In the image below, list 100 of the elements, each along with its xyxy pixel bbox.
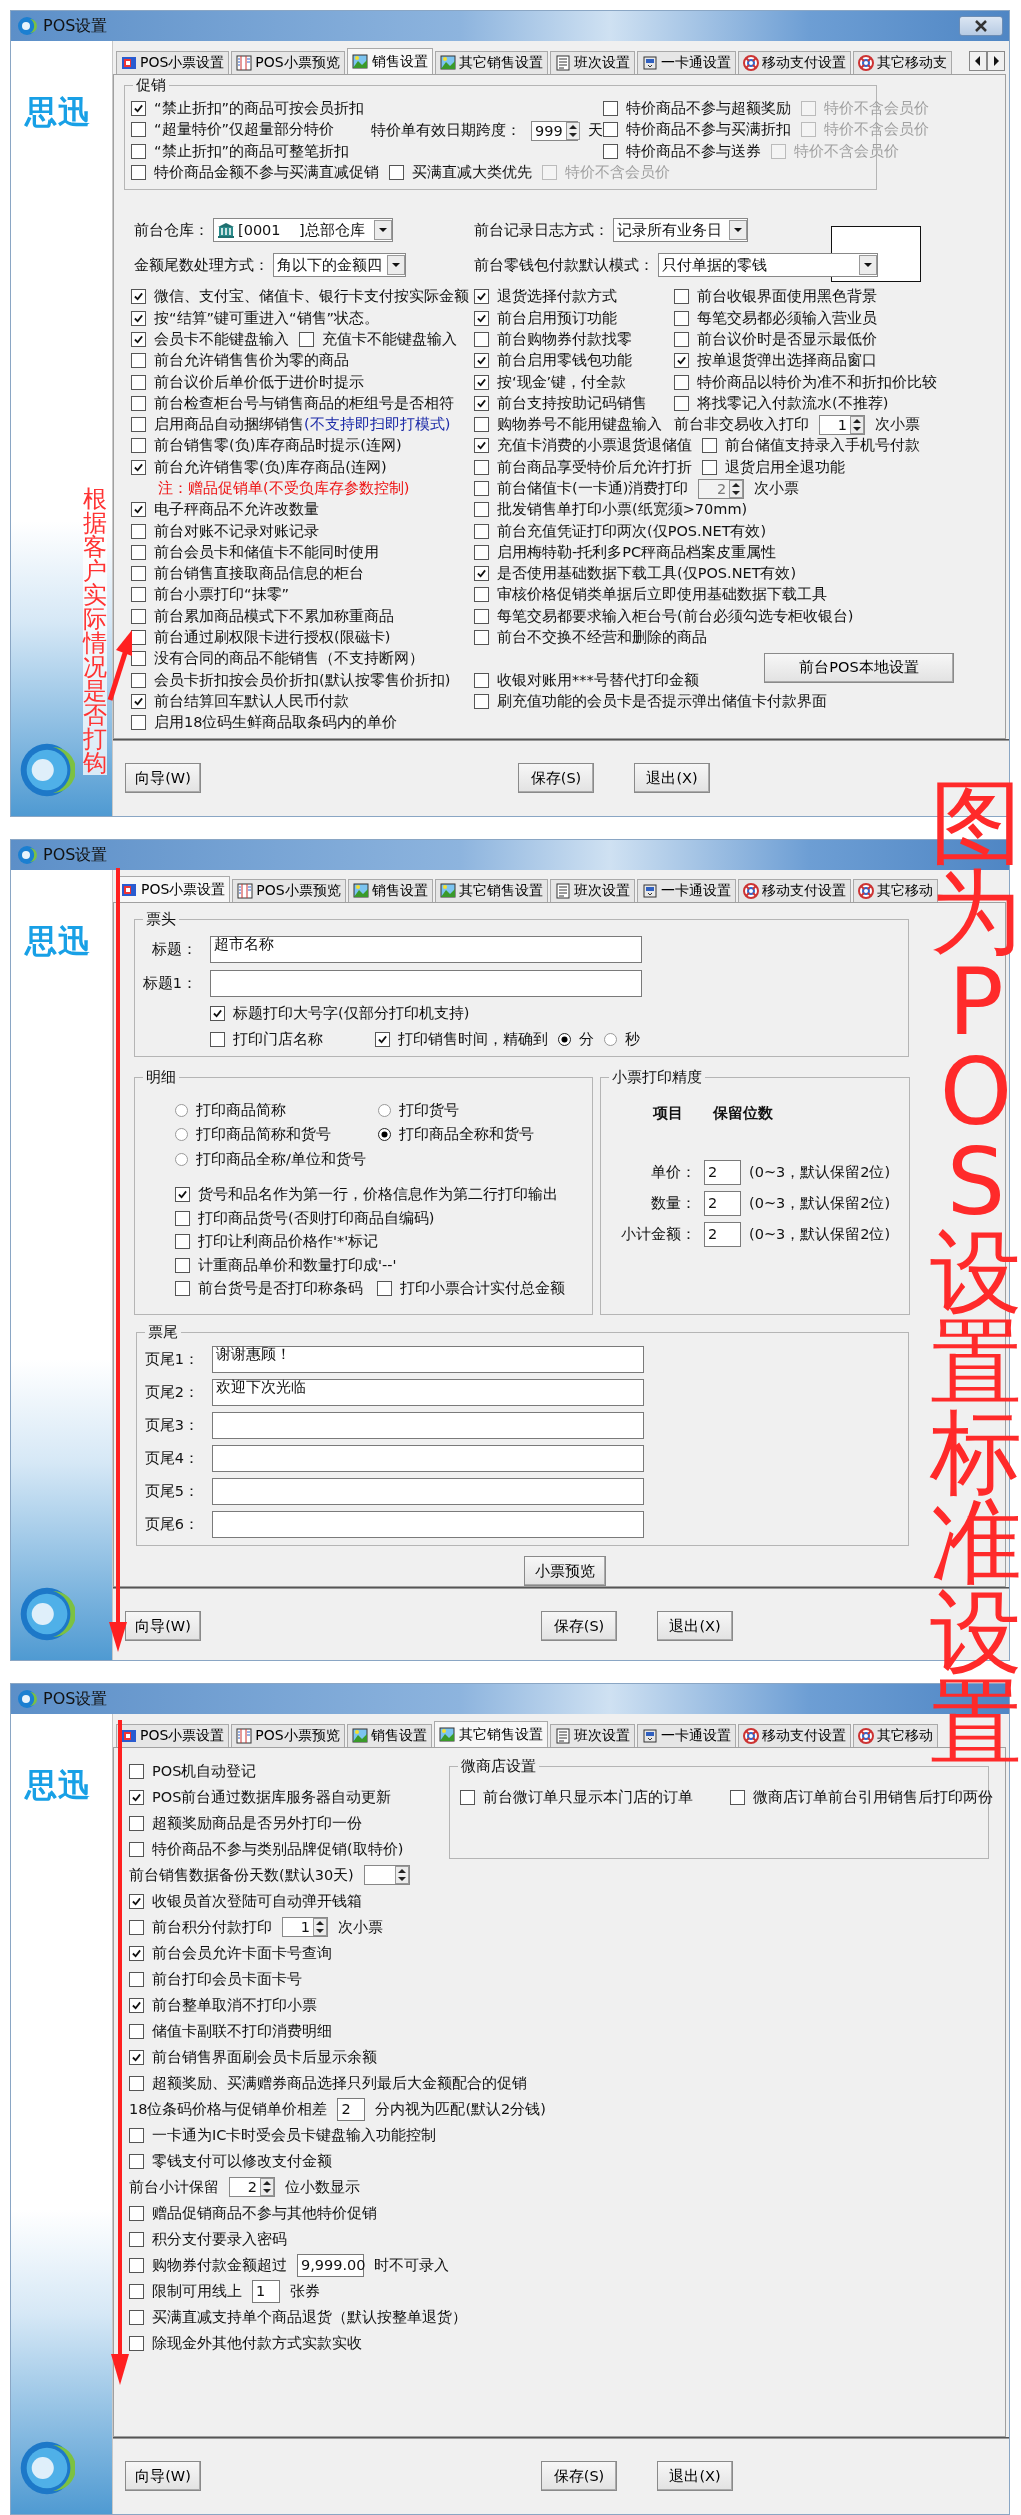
checkbox[interactable]: 按‘现金’键，付全款 xyxy=(474,372,664,392)
scroll-right-icon[interactable] xyxy=(987,51,1005,71)
checkbox[interactable]: 限制可用线上 xyxy=(129,2281,242,2301)
checkbox[interactable]: 将找零记入付款流水(不推荐) xyxy=(674,393,889,413)
checkbox[interactable]: 特价商品金额不参与买满直减促销 xyxy=(131,163,379,183)
wizard-button[interactable]: 向导(W) xyxy=(125,2461,201,2491)
exit-button[interactable]: 退出(X) xyxy=(634,763,710,793)
checkbox[interactable]: 微信、支付宝、储值卡、银行卡支付按实际金额 xyxy=(131,287,469,307)
checkbox[interactable]: 前台积分付款打印 xyxy=(129,1917,272,1937)
checkbox[interactable]: 打印商品货号(否则打印商品自编码) xyxy=(175,1208,435,1228)
checkbox[interactable]: 退货选择付款方式 xyxy=(474,287,664,307)
checkbox[interactable]: 按单退货弹出选择商品窗口 xyxy=(674,351,877,371)
checkbox[interactable]: “禁止折扣”的商品可按会员折扣 xyxy=(131,99,365,119)
checkbox[interactable]: 会员卡折扣按会员价折扣(默认按零售价折扣) xyxy=(131,670,451,690)
dropdown[interactable]: 记录所有业务日 xyxy=(613,218,748,243)
checkbox[interactable]: 储值卡副联不打印消费明细 xyxy=(129,2021,332,2041)
checkbox[interactable]: 赠品促销商品不参与其他特价促销 xyxy=(129,2203,377,2223)
tab[interactable]: 其它销售设置 xyxy=(433,1721,548,1747)
checkbox[interactable]: 买满直减支持单个商品退货（默认按整单退货） xyxy=(129,2307,467,2327)
text-field[interactable]: 超市名称 xyxy=(210,935,642,963)
checkbox[interactable]: 前台销售直接取商品信息的柜台 xyxy=(131,564,364,584)
checkbox[interactable]: 退货启用全退功能 xyxy=(702,457,845,477)
checkbox[interactable]: 购物券付款金额超过 xyxy=(129,2255,287,2275)
checkbox[interactable]: 打印小票合计实付总金额 xyxy=(377,1279,565,1299)
checkbox[interactable]: 前台购物券付款找零 xyxy=(474,329,664,349)
checkbox[interactable]: 按“结算”键可重进入“销售”状态。 xyxy=(131,308,380,328)
tab[interactable]: 班次设置 xyxy=(549,1724,635,1747)
tab[interactable]: 一卡通设置 xyxy=(636,879,736,902)
tab[interactable]: 班次设置 xyxy=(549,51,635,74)
tab[interactable]: 其它销售设置 xyxy=(434,51,548,74)
tab[interactable]: 其它销售设置 xyxy=(434,879,548,902)
checkbox[interactable]: 启用18位码生鲜商品取条码内的单价 xyxy=(131,713,398,733)
radio-button[interactable]: 分 xyxy=(558,1029,594,1049)
checkbox[interactable]: 计重商品单价和数量打印成'--' xyxy=(175,1255,397,1275)
text-field[interactable]: 2 xyxy=(337,2097,366,2121)
tab[interactable]: POS小票预览 xyxy=(231,1724,345,1747)
tab[interactable]: POS小票预览 xyxy=(231,51,345,74)
checkbox[interactable]: 电子秤商品不允许改数量 xyxy=(131,500,319,520)
checkbox[interactable]: “禁止折扣”的商品可整笔折扣 xyxy=(131,141,350,161)
checkbox[interactable]: 打印销售时间，精确到 xyxy=(375,1029,548,1049)
tab[interactable]: 其它移动 xyxy=(852,1724,938,1747)
radio-button[interactable]: 打印商品简称 xyxy=(175,1100,368,1120)
checkbox[interactable]: 前台会员卡和储值卡不能同时使用 xyxy=(131,542,379,562)
tab[interactable]: 移动支付设置 xyxy=(737,1724,851,1747)
preview-button[interactable]: 小票预览 xyxy=(524,1556,606,1586)
spin-field[interactable]: 2 xyxy=(229,2177,275,2197)
text-field[interactable] xyxy=(212,1478,644,1505)
checkbox[interactable]: 前台启用预订功能 xyxy=(474,308,664,328)
checkbox[interactable]: 前台充值凭证打印两次(仅POS.NET有效) xyxy=(474,521,767,541)
text-field[interactable] xyxy=(212,1412,644,1439)
checkbox[interactable]: 特价商品不参与超额奖励 xyxy=(603,99,791,119)
wizard-button[interactable]: 向导(W) xyxy=(125,1611,201,1641)
checkbox[interactable]: 前台打印会员卡面卡号 xyxy=(129,1969,302,1989)
checkbox[interactable]: 前台小票打印“抹零” xyxy=(131,585,290,605)
checkbox[interactable]: 启用商品自动捆绑销售(不支持即扫即打模式) xyxy=(131,415,451,435)
checkbox[interactable]: 前台储值卡(一卡通)消费打印 xyxy=(474,479,689,498)
checkbox[interactable]: 特价商品不参与送券 xyxy=(603,141,761,161)
dropdown[interactable]: 只付单据的零钱 xyxy=(658,253,878,278)
tab[interactable]: 其它移动 xyxy=(852,879,938,902)
checkbox[interactable]: 前台结算回车默认人民币付款 xyxy=(131,691,349,711)
checkbox[interactable]: POS机自动登记 xyxy=(129,1761,257,1781)
text-field[interactable] xyxy=(210,969,642,997)
spin-field[interactable]: 1 xyxy=(282,1917,328,1937)
wizard-button[interactable]: 向导(W) xyxy=(125,763,201,793)
checkbox[interactable]: 前台累加商品模式下不累加称重商品 xyxy=(131,606,394,626)
checkbox[interactable]: 收银对账用***号替代打印金额 xyxy=(474,670,699,690)
text-field[interactable] xyxy=(212,1511,644,1538)
dropdown[interactable]: [0001 ]总部仓库 xyxy=(213,218,393,243)
radio-button[interactable]: 打印商品简称和货号 xyxy=(175,1125,368,1145)
spin-field[interactable]: 2 xyxy=(698,478,745,499)
text-field[interactable]: 2 xyxy=(704,1222,741,1247)
checkbox[interactable]: 前台对账不记录对账记录 xyxy=(131,521,319,541)
checkbox[interactable]: 打印让利商品价格作'*'标记 xyxy=(175,1232,379,1252)
tab[interactable]: 班次设置 xyxy=(549,879,635,902)
spin-field[interactable]: 999 xyxy=(531,120,578,141)
checkbox[interactable]: 充值卡消费的小票退货退储值 xyxy=(474,436,692,456)
checkbox[interactable]: 前台微订单只显示本门店的订单 xyxy=(460,1788,720,1808)
checkbox[interactable]: 买满直减大类优先 xyxy=(389,163,532,183)
text-field[interactable]: 2 xyxy=(704,1160,741,1185)
save-button[interactable]: 保存(S) xyxy=(541,2461,617,2491)
close-button[interactable] xyxy=(959,16,1003,36)
text-field[interactable]: 欢迎下次光临 xyxy=(212,1379,644,1406)
checkbox[interactable]: 前台允许销售售价为零的商品 xyxy=(131,351,349,371)
exit-button[interactable]: 退出(X) xyxy=(657,2461,733,2491)
checkbox[interactable]: 特价商品不参与类别品牌促销(取特价) xyxy=(129,1839,404,1859)
checkbox[interactable]: 前台销售零(负)库存商品时提示(连网) xyxy=(131,436,402,456)
tab[interactable]: POS小票预览 xyxy=(232,879,346,902)
tab[interactable]: 销售设置 xyxy=(346,48,433,74)
checkbox[interactable]: POS前台通过数据库服务器自动更新 xyxy=(129,1787,392,1807)
scroll-left-icon[interactable] xyxy=(969,51,987,71)
checkbox[interactable]: 收银员首次登陆可自动弹开钱箱 xyxy=(129,1891,362,1911)
checkbox[interactable]: 前台通过刷权限卡进行授权(限磁卡) xyxy=(131,628,391,648)
checkbox[interactable]: 前台议价时是否显示最低价 xyxy=(674,329,877,349)
spin-field[interactable]: 1 xyxy=(819,414,865,435)
checkbox[interactable]: 没有合同的商品不能销售（不支持断网） xyxy=(131,649,424,669)
checkbox[interactable]: 刷充值功能的会员卡是否提示弹出储值卡付款界面 xyxy=(474,691,827,711)
checkbox[interactable]: 前台支持按助记码销售 xyxy=(474,393,664,413)
checkbox[interactable]: 前台议价后单价低于进价时提示 xyxy=(131,372,364,392)
checkbox[interactable]: 前台储值支持录入手机号付款 xyxy=(702,436,920,456)
tab[interactable]: POS小票设置 xyxy=(116,51,230,74)
